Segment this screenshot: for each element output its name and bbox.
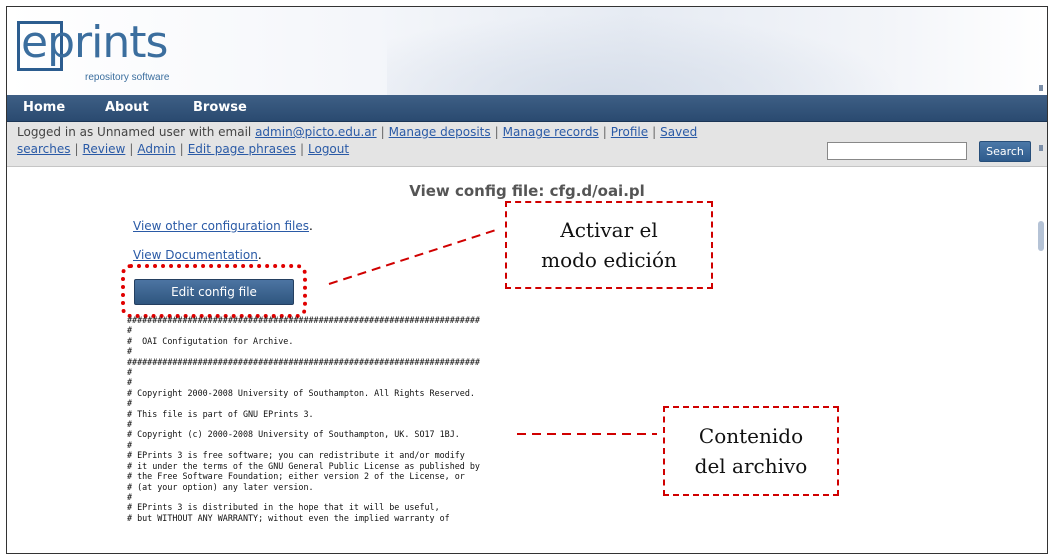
edit-mode-connector (328, 228, 500, 285)
file-content-callout-line-1: Contenido (698, 424, 804, 448)
edit-mode-callout-line-1: Activar el (560, 218, 658, 242)
edit-mode-callout-line-2: modo edición (541, 248, 677, 272)
file-content-callout-line-2: del archivo (694, 454, 808, 478)
edit-mode-callout: Activar el modo edición (505, 201, 713, 289)
browser-page: eprints repository software Home About B… (6, 6, 1048, 554)
file-content-callout: Contenido del archivo (663, 406, 839, 496)
